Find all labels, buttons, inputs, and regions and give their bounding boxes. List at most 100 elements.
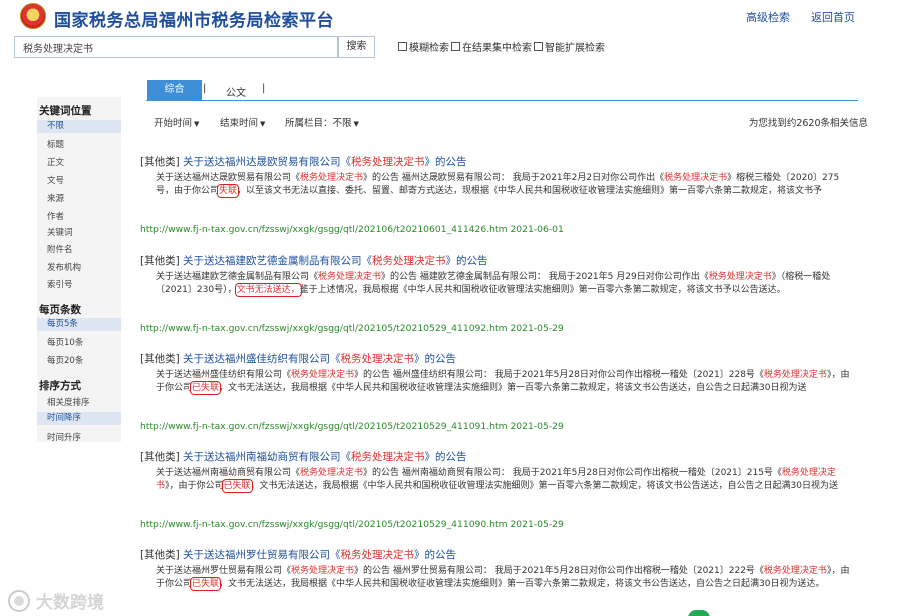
advanced-search-link[interactable]: 高级检索 — [746, 9, 790, 25]
sidebar-item-doc-number[interactable]: 文号 — [47, 174, 64, 186]
sidebar-item-per-page-5[interactable]: 每页5条 — [37, 318, 121, 331]
snippet-text: 关于送达福州达晟欧贸易有限公司《 — [156, 173, 301, 183]
tax-emblem-icon — [20, 3, 46, 29]
result-title-link[interactable]: [其他类] 关于送达福州南福幼商贸有限公司《税务处理决定书》的公告 — [140, 449, 467, 464]
result-count: 为您找到约2620条相关信息 — [748, 118, 868, 129]
start-time-dropdown[interactable]: 开始时间 ▼ — [154, 115, 199, 129]
header: 国家税务总局福州市税务局检索平台 高级检索 返回首页 — [0, 0, 900, 34]
snippet-text: 关于送达福州罗仕贸易有限公司《 — [156, 566, 292, 576]
result-snippet: 关于送达福州罗仕贸易有限公司《 税务处理决定书》的公告 福州罗仕贸易有限公司： 我… — [156, 565, 850, 591]
snippet-keyword: 税务处理决定书 — [300, 173, 364, 183]
snippet-highlight-box: 已失联 — [190, 381, 222, 395]
snippet-text: ，文书无法送达，我局根据《中华人民共和国税收征收管理法实施细则》第一百零六条第二… — [219, 383, 807, 393]
snippet-text: 关于送达福建欧艺德金属制品有限公司《 — [156, 272, 319, 282]
sidebar-item-any[interactable]: 不限 — [37, 120, 121, 133]
sidebar-item-sort-relevance[interactable]: 相关度排序 — [47, 396, 90, 408]
result-title-keyword: 税务处理决定书 — [340, 353, 415, 365]
result-url[interactable]: http://www.fj-n-tax.gov.cn/fzsswj/xxgk/g… — [140, 323, 564, 334]
snippet-highlight-box: 文书无法送达， — [234, 283, 302, 297]
snippet-text: 》的公告 福州盛佳纺织有限公司： 我局于2021年5月28日对你公司作出榕税一稽… — [354, 370, 764, 380]
sidebar-item-sort-time-desc[interactable]: 时间降序 — [37, 412, 121, 425]
back-home-link[interactable]: 返回首页 — [811, 9, 855, 25]
result-url-text: http://www.fj-n-tax.gov.cn/fzsswj/xxgk/g… — [140, 323, 508, 334]
end-time-dropdown[interactable]: 结束时间 ▼ — [220, 115, 265, 129]
result-url-text: http://www.fj-n-tax.gov.cn/fzsswj/xxgk/g… — [140, 421, 508, 432]
sidebar-item-body[interactable]: 正文 — [47, 156, 64, 168]
result-title-post: 》的公告 — [414, 549, 457, 561]
checkbox-icon — [534, 42, 543, 51]
result-category: [其他类] — [140, 353, 180, 365]
sidebar-item-per-page-10[interactable]: 每页10条 — [47, 336, 83, 348]
result-snippet: 关于送达福州南福幼商贸有限公司《税务处理决定书》的公告 福州南福幼商贸有限公司：… — [156, 467, 850, 493]
result-date: 2021-05-29 — [510, 323, 564, 334]
sidebar-item-source[interactable]: 来源 — [47, 192, 64, 204]
sidebar-item-publisher[interactable]: 发布机构 — [47, 261, 81, 273]
result-snippet: 关于送达福州盛佳纺织有限公司《税务处理决定书》的公告 福州盛佳纺织有限公司： 我… — [156, 369, 850, 395]
result-title-link[interactable]: [其他类] 关于送达福州罗仕贸易有限公司《税务处理决定书》的公告 — [140, 547, 456, 562]
sidebar-item-attachment[interactable]: 附件名 — [47, 243, 73, 255]
fuzzy-search-label: 模糊检索 — [409, 43, 449, 54]
result-title-pre: 关于送达福建欧艺德金属制品有限公司《 — [183, 255, 373, 267]
search-in-results-checkbox[interactable]: 在结果集中检索 — [451, 39, 532, 54]
search-input[interactable] — [14, 36, 338, 58]
column-dropdown[interactable]: 所属栏目：不限 ▼ — [285, 115, 359, 129]
snippet-text: 鉴于上述情况，我局根据《中华人民共和国税收征收管理法实施细则》第一百零六条第二款… — [299, 285, 786, 295]
result-title-post: 》的公告 — [445, 255, 488, 267]
tab-separator: | — [203, 83, 207, 94]
result-url[interactable]: http://www.fj-n-tax.gov.cn/fzsswj/xxgk/g… — [140, 519, 564, 530]
snippet-text: ，文书无法送达，我局根据《中华人民共和国税收征收管理法实施细则》第一百零六条第二… — [250, 481, 839, 491]
result-url[interactable]: http://www.fj-n-tax.gov.cn/fzsswj/xxgk/g… — [140, 421, 564, 432]
result-category: [其他类] — [140, 156, 180, 168]
result-title-link[interactable]: [其他类] 关于送达福建欧艺德金属制品有限公司《税务处理决定书》的公告 — [140, 253, 488, 268]
search-button[interactable]: 搜索 — [338, 36, 375, 58]
snippet-text: 关于送达福州南福幼商贸有限公司《 — [156, 468, 301, 478]
end-time-label: 结束时间 — [220, 118, 259, 129]
result-title-pre: 关于送达福州南福幼商贸有限公司《 — [183, 451, 352, 463]
result-date: 2021-05-29 — [510, 421, 564, 432]
snippet-text: 》，由于你公司 — [165, 481, 224, 491]
result-date: 2021-05-29 — [510, 519, 564, 530]
tab-general[interactable]: 综合 — [147, 80, 202, 100]
sidebar-item-keyword[interactable]: 关键词 — [47, 226, 73, 238]
result-title-link[interactable]: [其他类] 关于送达福州达晟欧贸易有限公司《税务处理决定书》的公告 — [140, 154, 467, 169]
snippet-highlight-box: 失联 — [217, 184, 240, 198]
snippet-text: ，以至该文书无法以直接、委托、留置、邮寄方式送达，现根据《中华人民共和国税收征收… — [237, 186, 823, 196]
watermark-text: 大数跨境 — [36, 593, 104, 613]
result-title-keyword: 税务处理决定书 — [351, 451, 425, 463]
tab-documents[interactable]: 公文 — [226, 84, 246, 99]
result-url[interactable]: http://www.fj-n-tax.gov.cn/fzsswj/xxgk/g… — [140, 224, 564, 235]
caret-down-icon: ▼ — [353, 120, 359, 128]
snippet-text: 关于送达福州盛佳纺织有限公司《 — [156, 370, 292, 380]
snippet-text: 》的公告 福州罗仕贸易有限公司： 我局于2021年5月28日对你公司作出榕税一稽… — [354, 566, 764, 576]
sidebar-item-index[interactable]: 索引号 — [47, 278, 73, 290]
fuzzy-search-checkbox[interactable]: 模糊检索 — [398, 39, 449, 54]
result-date: 2021-06-01 — [510, 224, 564, 235]
result-title-link[interactable]: [其他类] 关于送达福州盛佳纺织有限公司《税务处理决定书》的公告 — [140, 351, 456, 366]
result-title-keyword: 税务处理决定书 — [372, 255, 446, 267]
result-snippet: 关于送达福州达晟欧贸易有限公司《税务处理决定书》的公告 福州达晟欧贸易有限公司：… — [156, 172, 850, 198]
result-title-pre: 关于送达福州盛佳纺织有限公司《 — [183, 353, 341, 365]
filter-sidebar: 关键词位置 不限 标题 正文 文号 来源 作者 关键词 附件名 发布机构 索引号… — [37, 97, 121, 443]
snippet-text: 》的公告 福州达晟欧贸易有限公司： 我局于2021年2月2日对你公司作出《 — [363, 173, 665, 183]
result-title-keyword: 税务处理决定书 — [340, 549, 415, 561]
result-url-text: http://www.fj-n-tax.gov.cn/fzsswj/xxgk/g… — [140, 519, 508, 530]
result-category: [其他类] — [140, 549, 180, 561]
sidebar-item-per-page-20[interactable]: 每页20条 — [47, 354, 83, 366]
checkbox-icon — [451, 42, 460, 51]
snippet-keyword: 税务处理决定书 — [664, 173, 728, 183]
tabs-underline — [146, 100, 858, 101]
start-time-label: 开始时间 — [154, 118, 193, 129]
snippet-keyword: 税务处理决定书 — [763, 566, 827, 576]
snippet-keyword: 税务处理决定书 — [708, 272, 772, 282]
snippet-text: ，文书无法送达，我局根据《中华人民共和国税收征收管理法实施细则》第一百零六条第二… — [219, 579, 825, 589]
smart-expand-checkbox[interactable]: 智能扩展检索 — [534, 39, 605, 54]
snippet-keyword: 税务处理决定书 — [300, 468, 364, 478]
sidebar-heading-per-page: 每页条数 — [39, 304, 81, 316]
sidebar-item-author[interactable]: 作者 — [47, 210, 64, 222]
result-url-text: http://www.fj-n-tax.gov.cn/fzsswj/xxgk/g… — [140, 224, 508, 235]
sidebar-item-sort-time-asc[interactable]: 时间升序 — [47, 431, 81, 443]
snippet-text: 》的公告 福建欧艺德金属制品有限公司： 我局于2021年5 月29日对你公司作出… — [381, 272, 709, 282]
result-title-post: 》的公告 — [424, 451, 467, 463]
result-title-pre: 关于送达福州罗仕贸易有限公司《 — [183, 549, 341, 561]
sidebar-item-title[interactable]: 标题 — [47, 138, 64, 150]
